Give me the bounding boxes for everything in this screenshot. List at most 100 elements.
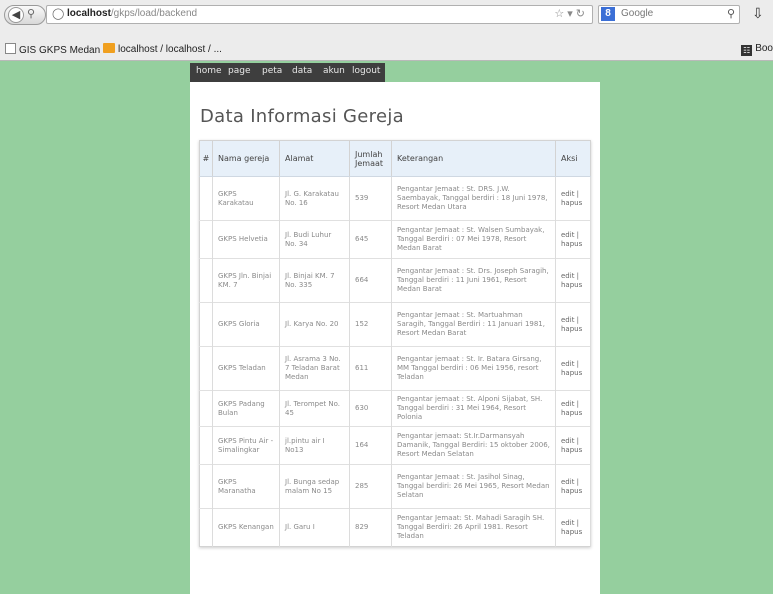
cell-aksi[interactable]: edit | hapus [555, 426, 591, 465]
cell-nama-gereja: GKPS Teladan [212, 346, 280, 391]
table-row: GKPS Teladan Jl. Asrama 3 No. 7 Teladan B… [199, 346, 591, 391]
google-icon[interactable]: 8 [601, 7, 615, 21]
identity-icon[interactable]: ⚲ [27, 7, 35, 20]
search-input[interactable]: Google [621, 8, 653, 19]
menu-peta[interactable]: peta [262, 66, 282, 76]
cell-number [199, 426, 213, 465]
back-button[interactable]: ◀ ⚲ [4, 5, 46, 25]
cell-alamat: Jl. Terompet No. 45 [279, 390, 350, 427]
cell-aksi[interactable]: edit | hapus [555, 176, 591, 221]
cell-jumlah-jemaat: 164 [349, 426, 392, 465]
col-nama-gereja: Nama gereja [212, 140, 280, 177]
cell-keterangan: Pengantar Jemaat : St. DRS. J.W. Saembay… [391, 176, 556, 221]
cell-number [199, 464, 213, 509]
cell-aksi[interactable]: edit | hapus [555, 390, 591, 427]
cell-keterangan: Pengantar Jemaat : St. Martuahman Saragi… [391, 302, 556, 347]
history-dropdown-icon[interactable]: ▾ [567, 8, 576, 20]
cell-jumlah-jemaat: 630 [349, 390, 392, 427]
col-number: # [199, 140, 213, 177]
url-host: localhost [67, 8, 111, 19]
col-jumlah-jemaat: Jumlah Jemaat [349, 140, 392, 177]
cell-jumlah-jemaat: 664 [349, 258, 392, 303]
cell-alamat: Jl. Bunga sedap malam No 15 [279, 464, 350, 509]
cell-aksi[interactable]: edit | hapus [555, 346, 591, 391]
bookmarks-bar: GIS GKPS Medan :: localhost / localhost … [0, 40, 773, 59]
bookmark-label: GIS GKPS Medan :: [19, 45, 109, 56]
bookmark-star-icon[interactable]: ☆ [554, 8, 567, 20]
cell-aksi[interactable]: edit | hapus [555, 464, 591, 509]
main-menu: home page peta data akun logout [190, 63, 385, 82]
cell-jumlah-jemaat: 829 [349, 508, 392, 547]
bookmarks-icon: ☷ [741, 45, 753, 56]
cell-number [199, 346, 213, 391]
download-icon[interactable]: ⇩ [752, 5, 764, 22]
cell-alamat: Jl. Budi Luhur No. 34 [279, 220, 350, 259]
menu-home[interactable]: home [196, 66, 222, 76]
cell-aksi[interactable]: edit | hapus [555, 508, 591, 547]
search-bar[interactable]: 8 Google ⚲ [598, 5, 740, 24]
back-arrow-icon: ◀ [8, 7, 24, 23]
cell-number [199, 390, 213, 427]
cell-nama-gereja: GKPS Gloria [212, 302, 280, 347]
bookmark-gis-gkps[interactable]: GIS GKPS Medan :: [5, 43, 108, 56]
cell-alamat: Jl. Binjai KM. 7 No. 335 [279, 258, 350, 303]
cell-keterangan: Pengantar Jemaat: St. Mahadi Saragih SH.… [391, 508, 556, 547]
content-panel: Data Informasi Gereja # Nama gereja Alam… [190, 82, 600, 594]
cell-keterangan: Pengantar jemaat : St. Alponi Sijabat, S… [391, 390, 556, 427]
church-table: # Nama gereja Alamat Jumlah Jemaat Keter… [199, 140, 591, 547]
bookmarks-menu[interactable]: ☷ Boo [741, 43, 773, 56]
reload-icon[interactable]: ↻ [576, 8, 588, 20]
cell-nama-gereja: GKPS Helvetia [212, 220, 280, 259]
cell-nama-gereja: GKPS Padang Bulan [212, 390, 280, 427]
table-row: GKPS Kenangan Jl. Garu I 829 Pengantar Jema… [199, 508, 591, 547]
table-row: GKPS Helvetia Jl. Budi Luhur No. 34 645 Pen… [199, 220, 591, 259]
table-row: GKPS Karakatau Jl. G. Karakatau No. 16 539… [199, 176, 591, 221]
cell-keterangan: Pengantar Jemaat : St. Jasihol Sinag, Ta… [391, 464, 556, 509]
cell-jumlah-jemaat: 285 [349, 464, 392, 509]
cell-number [199, 258, 213, 303]
menu-page[interactable]: page [228, 66, 250, 76]
table-row: GKPS Pintu Air - Simalingkar jl.pintu air… [199, 426, 591, 465]
cell-nama-gereja: GKPS Jln. Binjai KM. 7 [212, 258, 280, 303]
cell-jumlah-jemaat: 539 [349, 176, 392, 221]
table-header-row: # Nama gereja Alamat Jumlah Jemaat Keter… [199, 140, 591, 177]
cell-nama-gereja: GKPS Pintu Air - Simalingkar [212, 426, 280, 465]
cell-aksi[interactable]: edit | hapus [555, 302, 591, 347]
cell-jumlah-jemaat: 611 [349, 346, 392, 391]
globe-icon: ◯ [52, 8, 65, 20]
phpmyadmin-icon [103, 43, 115, 53]
page-icon [5, 43, 16, 54]
menu-akun[interactable]: akun [323, 66, 345, 76]
url-actions: ☆▾↻ [554, 7, 588, 20]
url-text[interactable]: localhost/gkps/load/backend [67, 8, 197, 19]
table-row: GKPS Maranatha Jl. Bunga sedap malam No 1… [199, 464, 591, 509]
cell-alamat: Jl. G. Karakatau No. 16 [279, 176, 350, 221]
search-icon[interactable]: ⚲ [727, 7, 735, 20]
cell-jumlah-jemaat: 645 [349, 220, 392, 259]
col-alamat: Alamat [279, 140, 350, 177]
cell-keterangan: Pengantar Jemaat : St. Walsen Sumbayak, … [391, 220, 556, 259]
cell-keterangan: Pengantar Jemaat : St. Drs. Joseph Sarag… [391, 258, 556, 303]
bookmark-localhost[interactable]: localhost / localhost / ... [103, 43, 222, 55]
cell-number [199, 220, 213, 259]
cell-aksi[interactable]: edit | hapus [555, 258, 591, 303]
table-row: GKPS Jln. Binjai KM. 7 Jl. Binjai KM. 7 N… [199, 258, 591, 303]
url-bar[interactable]: ◯ localhost/gkps/load/backend ☆▾↻ [46, 5, 593, 24]
cell-alamat: Jl. Asrama 3 No. 7 Teladan Barat Medan [279, 346, 350, 391]
col-aksi: Aksi [555, 140, 591, 177]
page-title: Data Informasi Gereja [200, 106, 404, 127]
cell-jumlah-jemaat: 152 [349, 302, 392, 347]
url-path: /gkps/load/backend [110, 8, 198, 19]
cell-alamat: Jl. Garu I [279, 508, 350, 547]
menu-data[interactable]: data [292, 66, 312, 76]
cell-aksi[interactable]: edit | hapus [555, 220, 591, 259]
menu-logout[interactable]: logout [352, 66, 380, 76]
bookmark-label: localhost / localhost / ... [118, 44, 222, 55]
table-row: GKPS Padang Bulan Jl. Terompet No. 45 630 P… [199, 390, 591, 427]
cell-keterangan: Pengantar jemaat: St.Ir.Darmansyah Daman… [391, 426, 556, 465]
cell-nama-gereja: GKPS Kenangan [212, 508, 280, 547]
browser-chrome: ◀ ⚲ ◯ localhost/gkps/load/backend ☆▾↻ 8 … [0, 0, 773, 61]
cell-alamat: Jl. Karya No. 20 [279, 302, 350, 347]
cell-number [199, 176, 213, 221]
col-keterangan: Keterangan [391, 140, 556, 177]
